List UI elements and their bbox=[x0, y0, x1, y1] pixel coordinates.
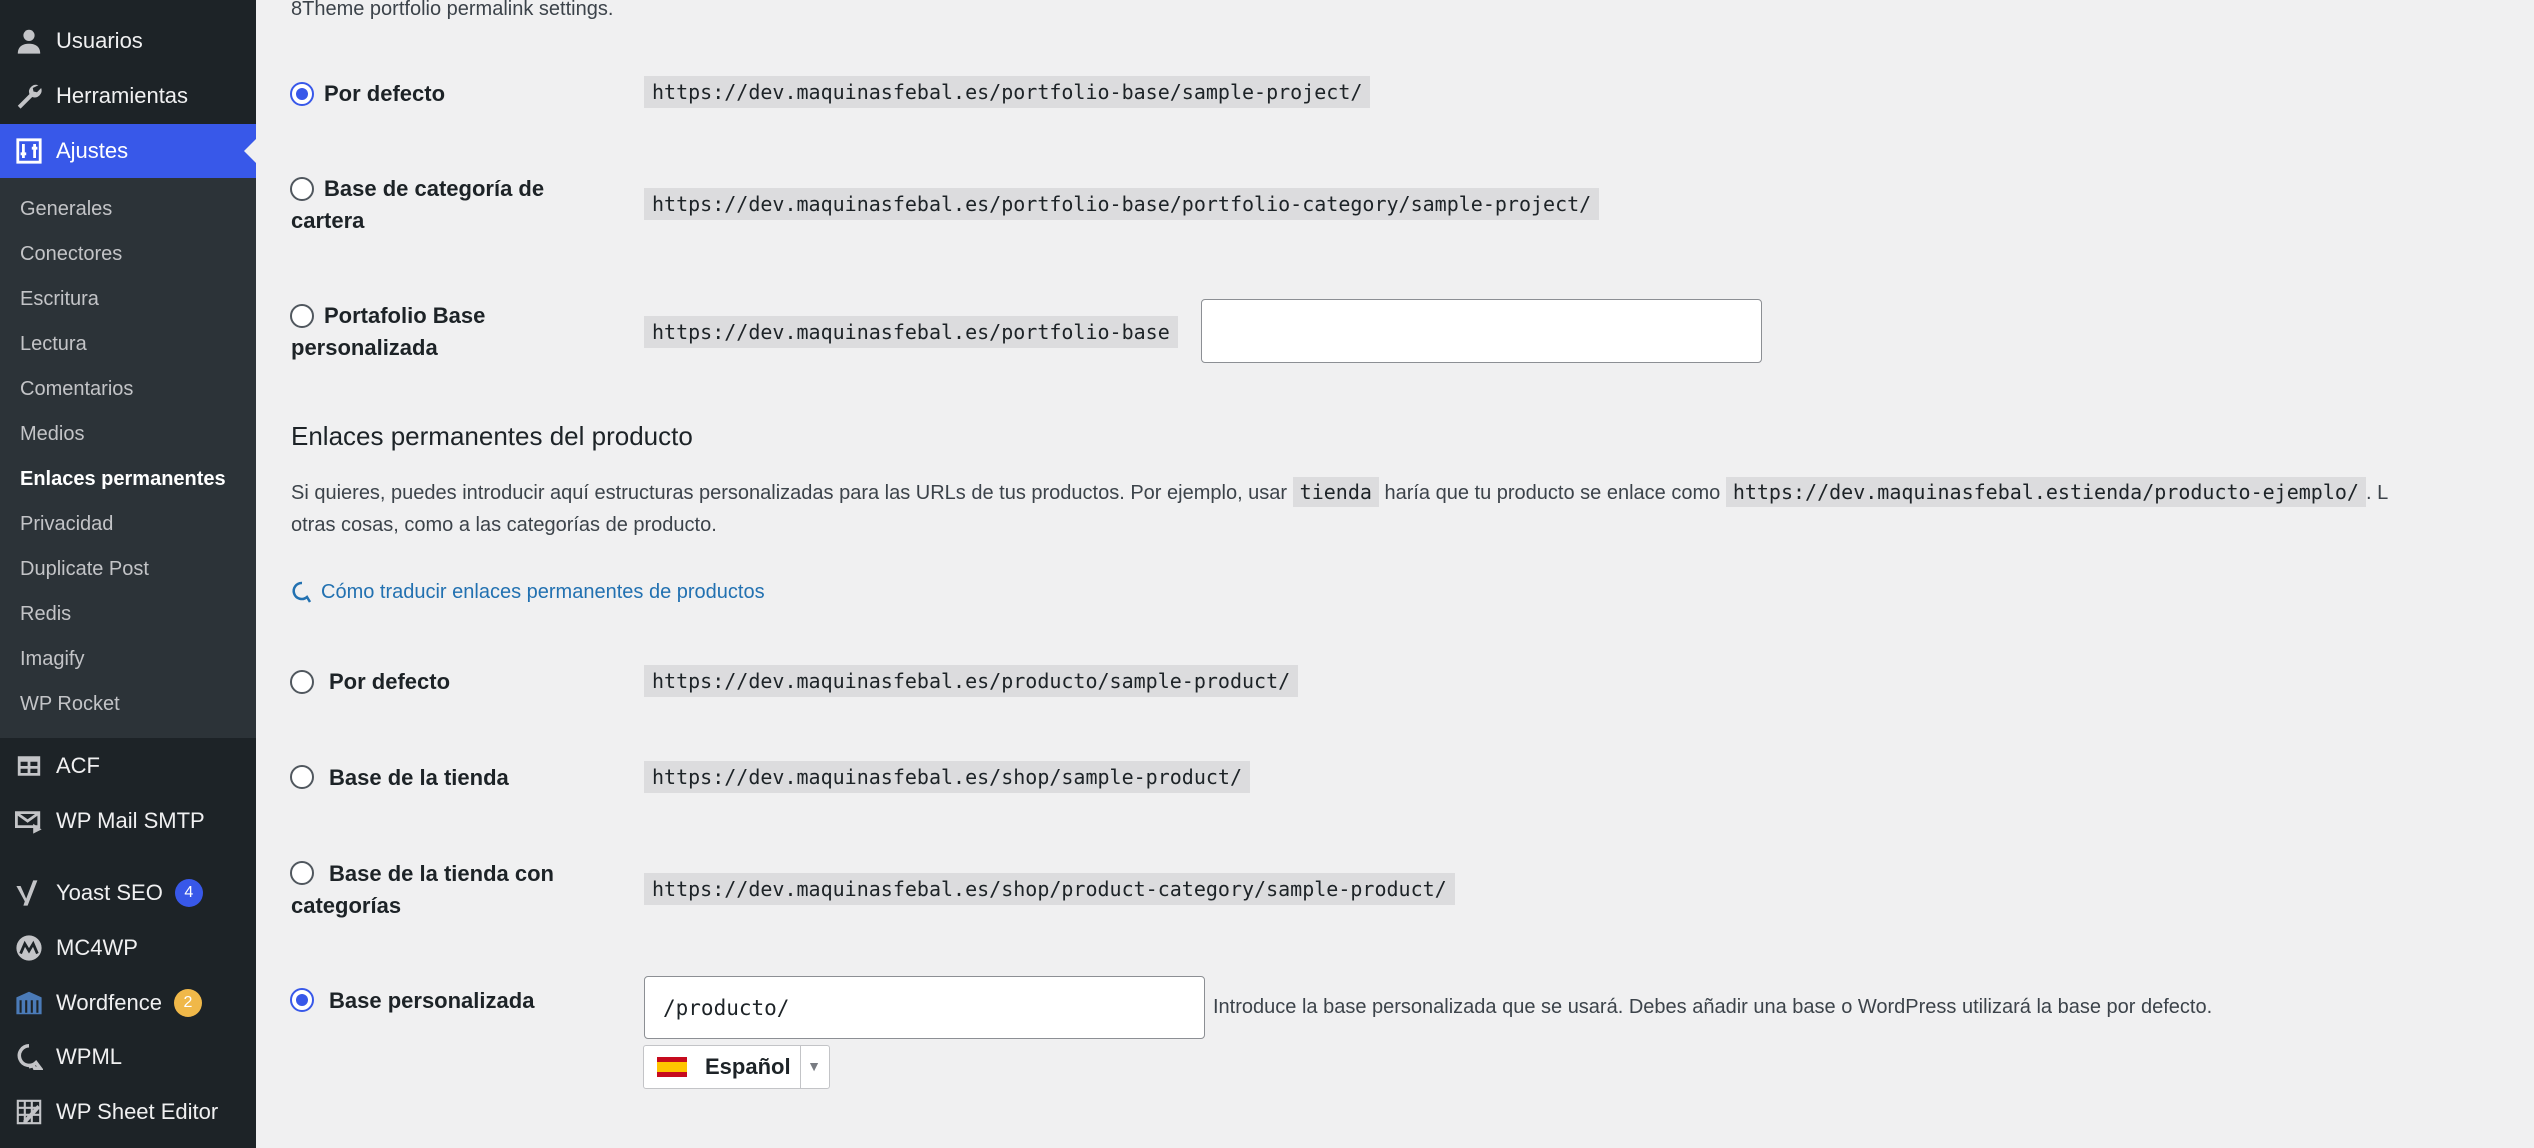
translate-permalinks-link[interactable]: Cómo traducir enlaces permanentes de pro… bbox=[291, 580, 765, 604]
product-default-url: https://dev.maquinasfebal.es/producto/sa… bbox=[644, 665, 1299, 697]
menu-item-ajustes[interactable]: Ajustes bbox=[0, 124, 256, 178]
portfolio-category-url: https://dev.maquinasfebal.es/portfolio-b… bbox=[644, 188, 1600, 220]
desc-code-example-url: https://dev.maquinasfebal.estienda/produ… bbox=[1725, 477, 2366, 507]
menu-item-acf[interactable]: ACF bbox=[0, 739, 256, 793]
menu-item-wordfence[interactable]: Wordfence 2 bbox=[0, 976, 256, 1030]
portfolio-category-label-line1: Base de categoría de bbox=[324, 176, 545, 201]
desc-text: haría que tu producto se enlace como bbox=[1384, 482, 1721, 504]
menu-label: WP Sheet Editor bbox=[56, 1099, 219, 1124]
menu-label: Yoast SEO bbox=[56, 880, 163, 905]
wpml-help-icon bbox=[292, 581, 312, 603]
portfolio-custom-url: https://dev.maquinasfebal.es/portfolio-b… bbox=[644, 316, 1178, 348]
portfolio-category-label-line2: cartera bbox=[291, 208, 365, 233]
product-default-label: Por defecto bbox=[329, 669, 451, 694]
portfolio-custom-base-input[interactable] bbox=[1201, 299, 1762, 363]
portfolio-default-label: Por defecto bbox=[324, 81, 446, 106]
notification-badge: 2 bbox=[173, 989, 202, 1017]
portfolio-custom-radio[interactable] bbox=[290, 304, 314, 328]
language-label: Español bbox=[705, 1054, 791, 1079]
portfolio-default-url: https://dev.maquinasfebal.es/portfolio-b… bbox=[644, 76, 1371, 108]
product-description-line2: otras cosas, como a las categorías de pr… bbox=[291, 514, 717, 536]
submenu-generales[interactable]: Generales bbox=[20, 198, 112, 221]
submenu-enlaces-permanentes[interactable]: Enlaces permanentes bbox=[20, 468, 226, 491]
desc-text: Si quieres, puedes introducir aquí estru… bbox=[291, 482, 1288, 504]
wordfence-icon bbox=[14, 988, 44, 1018]
portfolio-intro: 8Theme portfolio permalink settings. bbox=[291, 0, 614, 20]
language-selector[interactable]: Español ▼ bbox=[643, 1045, 830, 1089]
submenu-redis[interactable]: Redis bbox=[20, 603, 71, 626]
product-shop-base-radio[interactable] bbox=[290, 765, 314, 789]
menu-label: Usuarios bbox=[56, 28, 143, 53]
submenu-conectores[interactable]: Conectores bbox=[20, 243, 122, 266]
settings-submenu: Generales Conectores Escritura Lectura C… bbox=[0, 178, 256, 738]
menu-label: ACF bbox=[56, 753, 100, 778]
menu-label: WPML bbox=[56, 1044, 122, 1069]
product-custom-base-input[interactable]: /producto/ bbox=[644, 976, 1205, 1039]
menu-item-usuarios[interactable]: Usuarios bbox=[0, 14, 256, 68]
admin-sidebar: Usuarios Herramientas Ajustes Generales … bbox=[0, 0, 256, 1148]
user-icon bbox=[14, 26, 44, 56]
product-shop-category-label-line1: Base de la tienda con bbox=[329, 861, 554, 886]
product-custom-base-radio[interactable] bbox=[290, 988, 314, 1012]
menu-item-wpml[interactable]: WPML bbox=[0, 1030, 256, 1084]
submenu-privacidad[interactable]: Privacidad bbox=[20, 513, 113, 536]
menu-item-yoast-seo[interactable]: Yoast SEO 4 bbox=[0, 866, 256, 920]
submenu-imagify[interactable]: Imagify bbox=[20, 648, 84, 671]
product-custom-base-label: Base personalizada bbox=[329, 988, 535, 1013]
portfolio-custom-label-line1: Portafolio Base bbox=[324, 303, 486, 328]
product-shop-category-url: https://dev.maquinasfebal.es/shop/produc… bbox=[644, 873, 1455, 905]
submenu-wp-rocket[interactable]: WP Rocket bbox=[20, 693, 120, 716]
portfolio-default-radio[interactable] bbox=[290, 82, 314, 106]
product-permalinks-heading: Enlaces permanentes del producto bbox=[291, 421, 693, 451]
menu-label: MC4WP bbox=[56, 935, 138, 960]
link-text: Cómo traducir enlaces permanentes de pro… bbox=[321, 580, 765, 603]
menu-label: Herramientas bbox=[56, 83, 189, 108]
chevron-down-icon: ▼ bbox=[807, 1058, 821, 1074]
submenu-escritura[interactable]: Escritura bbox=[20, 288, 99, 311]
mc4wp-icon bbox=[14, 933, 44, 963]
notification-badge: 4 bbox=[174, 879, 203, 907]
submenu-lectura[interactable]: Lectura bbox=[20, 333, 87, 356]
wpml-icon bbox=[14, 1042, 44, 1072]
submenu-comentarios[interactable]: Comentarios bbox=[20, 378, 133, 401]
product-default-radio[interactable] bbox=[290, 670, 314, 694]
product-shop-category-label-line2: categorías bbox=[291, 893, 402, 918]
spain-flag-icon bbox=[657, 1057, 687, 1077]
menu-label: WP Mail SMTP bbox=[56, 808, 205, 833]
sheet-editor-icon bbox=[14, 1097, 44, 1127]
portfolio-custom-label-line2: personalizada bbox=[291, 335, 438, 360]
mail-icon bbox=[14, 806, 44, 836]
main-content: 8Theme portfolio permalink settings. Por… bbox=[256, 0, 2534, 1148]
submenu-duplicate-post[interactable]: Duplicate Post bbox=[20, 558, 149, 581]
dropdown-separator bbox=[800, 1046, 801, 1088]
product-shop-category-radio[interactable] bbox=[290, 861, 314, 885]
portfolio-category-radio[interactable] bbox=[290, 177, 314, 201]
menu-item-wp-sheet-editor[interactable]: WP Sheet Editor bbox=[0, 1085, 256, 1139]
product-shop-base-url: https://dev.maquinasfebal.es/shop/sample… bbox=[644, 761, 1251, 793]
desc-text: . L bbox=[2365, 482, 2389, 504]
product-custom-base-hint: Introduce la base personalizada que se u… bbox=[1213, 996, 2213, 1018]
menu-item-herramientas[interactable]: Herramientas bbox=[0, 69, 256, 123]
table-icon bbox=[14, 751, 44, 781]
product-shop-base-label: Base de la tienda bbox=[329, 765, 509, 790]
desc-code-tienda: tienda bbox=[1292, 477, 1379, 507]
menu-item-wp-mail-smtp[interactable]: WP Mail SMTP bbox=[0, 794, 256, 848]
yoast-icon bbox=[14, 878, 44, 908]
menu-label: Wordfence bbox=[56, 990, 162, 1015]
menu-label: Ajustes bbox=[56, 138, 129, 163]
product-description-line1: Si quieres, puedes introducir aquí estru… bbox=[291, 477, 2389, 507]
menu-item-mc4wp[interactable]: MC4WP bbox=[0, 921, 256, 975]
wrench-icon bbox=[14, 81, 44, 111]
settings-icon bbox=[14, 136, 44, 166]
submenu-medios[interactable]: Medios bbox=[20, 423, 84, 446]
